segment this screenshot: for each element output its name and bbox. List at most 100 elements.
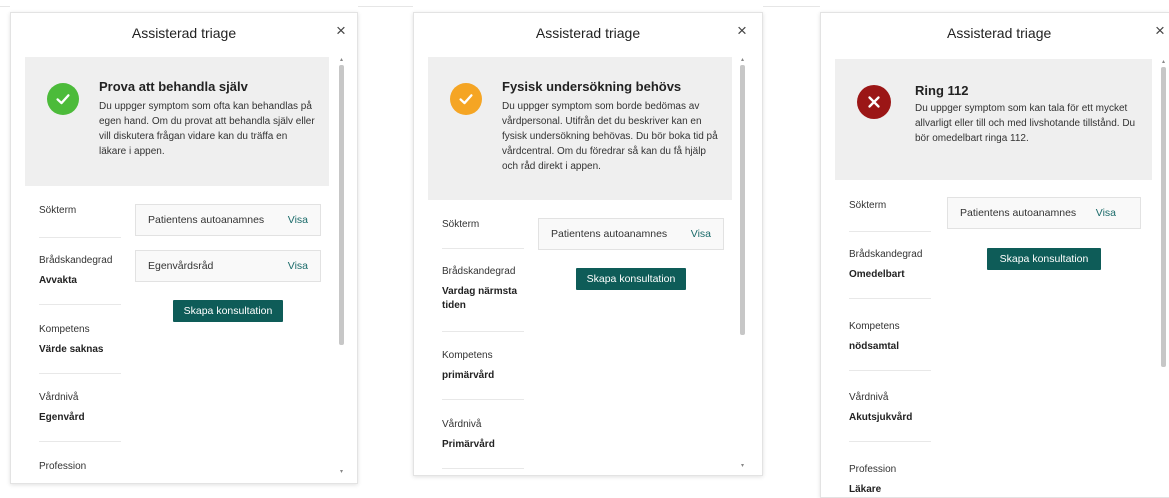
info-label: Sökterm <box>442 219 480 230</box>
row-label: Patientens autoanamnes <box>551 228 668 240</box>
info-value: Vardag närmsta tiden <box>442 286 518 311</box>
row-patient-anamnesis: Patientens autoanamnes Visa <box>538 218 724 250</box>
result-title: Ring 112 <box>915 83 969 98</box>
divider <box>39 373 121 374</box>
info-label: Brådskandegrad <box>849 249 923 260</box>
info-label: Brådskandegrad <box>39 255 113 266</box>
checkmark-icon <box>450 83 482 115</box>
triage-modal-self-care: Assisterad triage × Prova att behandla s… <box>10 12 358 484</box>
checkmark-icon <box>47 83 79 115</box>
info-label: Profession <box>849 464 897 475</box>
result-title: Prova att behandla själv <box>99 79 248 94</box>
scroll-down-arrow[interactable]: ▾ <box>739 463 746 469</box>
row-self-care-advice: Egenvårdsråd Visa <box>135 250 321 282</box>
row-patient-anamnesis: Patientens autoanamnes Visa <box>947 197 1141 229</box>
create-consultation-button[interactable]: Skapa konsultation <box>987 248 1101 270</box>
show-link[interactable]: Visa <box>288 260 308 272</box>
modal-title: Assisterad triage <box>131 25 237 41</box>
info-value: primärvård <box>442 370 495 381</box>
info-vardniva: Vårdnivå Primärvård <box>442 419 524 452</box>
result-title: Fysisk undersökning behövs <box>502 79 682 94</box>
triage-result-box: Fysisk undersökning behövs Du uppger sym… <box>428 57 732 200</box>
scroll-down-arrow[interactable]: ▾ <box>338 469 345 475</box>
modal-title: Assisterad triage <box>947 25 1052 41</box>
scrollbar[interactable]: ▴ <box>1161 59 1166 495</box>
info-sokterm: Sökterm <box>849 200 931 211</box>
info-label: Vårdnivå <box>39 392 79 403</box>
result-description: Du uppger symptom som borde bedömas av v… <box>502 101 718 172</box>
scrollbar-thumb[interactable] <box>740 65 745 335</box>
modal-header: Assisterad triage <box>11 13 357 53</box>
info-profession: Profession <box>39 461 121 472</box>
scrollbar-thumb[interactable] <box>1161 67 1166 367</box>
info-label: Kompetens <box>442 350 493 361</box>
info-label: Kompetens <box>849 321 900 332</box>
info-vardniva: Vårdnivå Egenvård <box>39 392 121 425</box>
background-line <box>0 6 10 7</box>
scroll-up-arrow[interactable]: ▴ <box>338 57 345 63</box>
scrollbar-thumb[interactable] <box>339 65 344 345</box>
info-kompetens: Kompetens primärvård <box>442 350 524 383</box>
show-link[interactable]: Visa <box>288 214 308 226</box>
close-icon[interactable]: × <box>1150 21 1169 41</box>
info-profession: Profession Läkare <box>849 464 931 497</box>
info-value: Egenvård <box>39 412 85 423</box>
info-value: Värde saknas <box>39 344 104 355</box>
show-link[interactable]: Visa <box>691 228 711 240</box>
info-sokterm: Sökterm <box>442 219 524 230</box>
info-kompetens: Kompetens nödsamtal <box>849 321 931 354</box>
info-label: Sökterm <box>849 200 887 211</box>
divider <box>39 441 121 442</box>
divider <box>39 304 121 305</box>
info-kompetens: Kompetens Värde saknas <box>39 324 121 357</box>
triage-result-box: Ring 112 Du uppger symptom som kan tala … <box>835 59 1152 180</box>
background-line <box>763 6 820 7</box>
info-label: Sökterm <box>39 205 77 216</box>
divider <box>442 399 524 400</box>
info-value: Akutsjukvård <box>849 412 913 423</box>
triage-modal-emergency: Assisterad triage × Ring 112 Du uppger s… <box>820 12 1169 498</box>
divider <box>442 331 524 332</box>
divider <box>849 370 931 371</box>
info-label: Profession <box>39 461 87 472</box>
row-patient-anamnesis: Patientens autoanamnes Visa <box>135 204 321 236</box>
info-label: Vårdnivå <box>442 419 482 430</box>
row-label: Patientens autoanamnes <box>960 207 1077 219</box>
info-value: Avvakta <box>39 275 77 286</box>
modal-title: Assisterad triage <box>535 25 641 41</box>
triage-result-box: Prova att behandla själv Du uppger sympt… <box>25 57 329 186</box>
divider <box>849 298 931 299</box>
info-value: Primärvård <box>442 439 495 450</box>
create-consultation-button[interactable]: Skapa konsultation <box>173 300 283 322</box>
scrollbar[interactable]: ▴ ▾ <box>339 57 344 477</box>
info-label: Vårdnivå <box>849 392 889 403</box>
show-link[interactable]: Visa <box>1096 207 1116 219</box>
divider <box>849 441 931 442</box>
info-bradskandegrad: Brådskandegrad Omedelbart <box>849 249 931 282</box>
x-icon <box>857 85 891 119</box>
close-icon[interactable]: × <box>331 21 351 41</box>
info-value: Omedelbart <box>849 269 905 280</box>
info-label: Brådskandegrad <box>442 266 516 277</box>
scrollbar[interactable]: ▴ ▾ <box>740 57 745 471</box>
divider <box>442 248 524 249</box>
background-line <box>358 6 413 7</box>
info-bradskandegrad: Brådskandegrad Vardag närmsta tiden <box>442 266 524 313</box>
info-label: Kompetens <box>39 324 90 335</box>
info-sokterm: Sökterm <box>39 205 121 216</box>
triage-modal-physical-exam: Assisterad triage × Fysisk undersökning … <box>413 12 763 476</box>
close-icon[interactable]: × <box>732 21 752 41</box>
divider <box>442 468 524 469</box>
result-description: Du uppger symptom som kan tala för ett m… <box>915 103 1136 144</box>
scroll-up-arrow[interactable]: ▴ <box>739 57 746 63</box>
info-vardniva: Vårdnivå Akutsjukvård <box>849 392 931 425</box>
divider <box>39 237 121 238</box>
row-label: Egenvårdsråd <box>148 260 214 272</box>
result-description: Du uppger symptom som ofta kan behandlas… <box>99 101 315 157</box>
info-value: Läkare <box>849 484 882 495</box>
row-label: Patientens autoanamnes <box>148 214 265 226</box>
modal-header: Assisterad triage <box>414 13 762 53</box>
create-consultation-button[interactable]: Skapa konsultation <box>576 268 686 290</box>
info-bradskandegrad: Brådskandegrad Avvakta <box>39 255 121 288</box>
scroll-up-arrow[interactable]: ▴ <box>1160 59 1167 65</box>
